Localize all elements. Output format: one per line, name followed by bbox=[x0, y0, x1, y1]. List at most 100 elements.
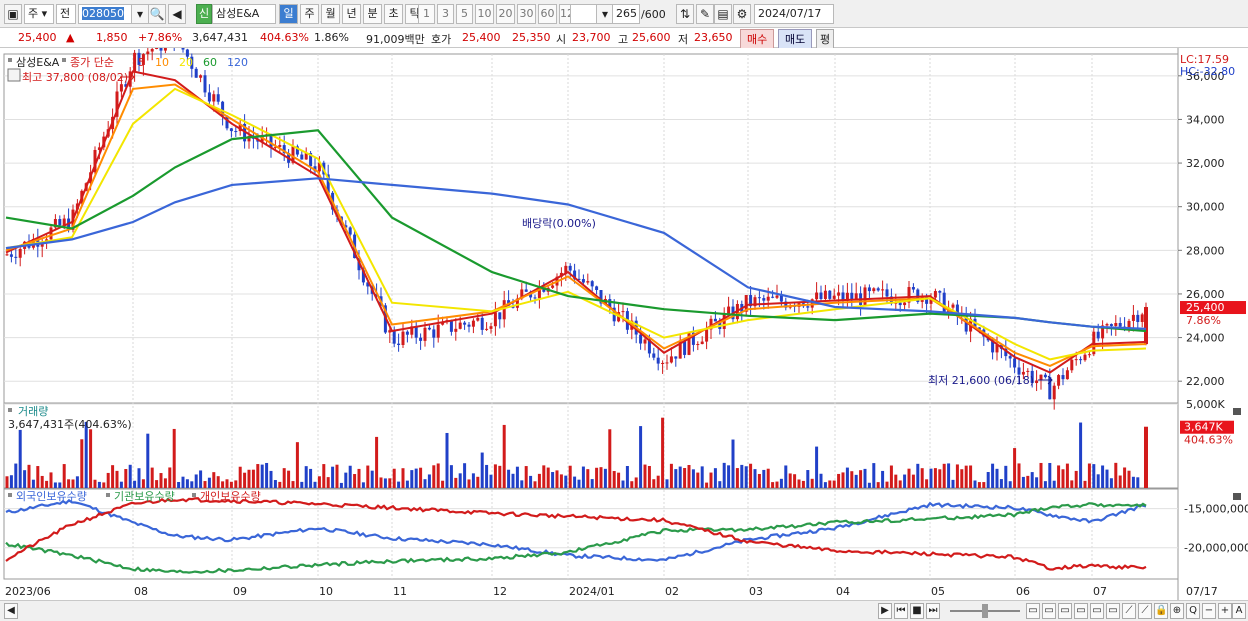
speaker-icon[interactable]: ◀ bbox=[168, 4, 186, 24]
volume-bar bbox=[603, 468, 607, 488]
x-axis-label-11: 06 bbox=[1016, 585, 1030, 598]
trend-tool-2-icon[interactable]: ⟋ bbox=[1138, 603, 1152, 619]
volume-bar bbox=[911, 474, 915, 488]
volume-bar bbox=[89, 429, 93, 488]
rewind-icon[interactable]: ⏮ bbox=[894, 603, 908, 619]
x-axis-label-2: 09 bbox=[233, 585, 247, 598]
mode-select[interactable]: 전 bbox=[56, 4, 76, 24]
eval-button[interactable]: 평 bbox=[816, 29, 835, 49]
volume-bar bbox=[630, 481, 634, 488]
candle-body bbox=[203, 75, 207, 93]
x-axis-label-10: 05 bbox=[931, 585, 945, 598]
date-field[interactable]: 2024/07/17 bbox=[754, 4, 834, 24]
zoom-slider-thumb[interactable] bbox=[982, 604, 988, 618]
candle-body bbox=[199, 75, 203, 78]
volume-bar bbox=[106, 472, 110, 488]
scroll-left-icon[interactable]: ◀ bbox=[4, 603, 18, 619]
candle-body bbox=[212, 94, 216, 102]
volume-bar bbox=[964, 465, 968, 488]
last-price-tag: 25,400 bbox=[1186, 301, 1225, 314]
volume-bar bbox=[9, 475, 13, 488]
candle-body bbox=[595, 286, 599, 291]
volume-bar bbox=[1008, 481, 1012, 488]
layout-1-icon[interactable]: ▭ bbox=[1026, 603, 1040, 619]
period-button-2[interactable]: 월 bbox=[321, 4, 340, 24]
plus-icon[interactable]: + bbox=[1218, 603, 1232, 619]
search-icon[interactable]: 🔍 bbox=[148, 4, 166, 24]
save-icon[interactable]: ▤ bbox=[714, 4, 732, 24]
compare-icon[interactable]: ⇅ bbox=[676, 4, 694, 24]
period-button-4[interactable]: 분 bbox=[363, 4, 382, 24]
layout-2-icon[interactable]: ▭ bbox=[1042, 603, 1056, 619]
volume-bar bbox=[1048, 462, 1052, 488]
scrollbar[interactable]: ◀ ▶ ⏮ ■ ⏭ ▭ ▭ ▭ ▭ ▭ ▭ ⟋ ⟋ 🔒 ⊕ Q − + A bbox=[0, 600, 1248, 621]
magnifier-icon[interactable]: Q bbox=[1186, 603, 1200, 619]
low-price: 23,650 bbox=[694, 31, 733, 44]
period-button-1[interactable]: 주 bbox=[300, 4, 319, 24]
candle-body bbox=[867, 287, 871, 292]
volume-bar bbox=[498, 465, 502, 488]
volume-bar bbox=[454, 477, 458, 488]
interval-button-3[interactable]: 10 bbox=[475, 4, 494, 24]
volume-bar bbox=[806, 470, 810, 488]
minus-icon[interactable]: − bbox=[1202, 603, 1216, 619]
layout-3-icon[interactable]: ▭ bbox=[1058, 603, 1072, 619]
layout-4-icon[interactable]: ▭ bbox=[1074, 603, 1088, 619]
volume-bar bbox=[977, 482, 981, 488]
legend-stock-name: 삼성E&A bbox=[16, 56, 60, 69]
volume-bar bbox=[199, 470, 203, 488]
candle-body bbox=[216, 94, 220, 102]
volume-bar bbox=[168, 467, 172, 488]
candle-body bbox=[1083, 354, 1087, 361]
window-icon[interactable]: ▣ bbox=[4, 4, 22, 24]
candle-body bbox=[656, 357, 660, 364]
stop-icon[interactable]: ■ bbox=[910, 603, 924, 619]
collapse-holder-icon bbox=[1233, 493, 1241, 500]
period-button-3[interactable]: 년 bbox=[342, 4, 361, 24]
zoom-in-icon[interactable]: ⊕ bbox=[1170, 603, 1184, 619]
volume-bar bbox=[920, 468, 924, 488]
scroll-right-icon[interactable]: ▶ bbox=[878, 603, 892, 619]
volume-bar bbox=[797, 479, 801, 488]
gear-icon[interactable]: ⚙ bbox=[733, 4, 751, 24]
interval-button-0[interactable]: 1 bbox=[418, 4, 435, 24]
interval-button-6[interactable]: 60 bbox=[538, 4, 557, 24]
chart-area[interactable]: 2023/06 08 09 10 11 12 2024/01 02 03 04 05 06 07 07/1… bbox=[0, 48, 1248, 600]
volume-bar bbox=[753, 469, 757, 488]
layout-6-icon[interactable]: ▭ bbox=[1106, 603, 1120, 619]
interval-button-2[interactable]: 5 bbox=[456, 4, 473, 24]
draw-tool-icon[interactable]: ✎ bbox=[696, 4, 714, 24]
candle-body bbox=[207, 92, 211, 102]
candle-body bbox=[454, 328, 458, 332]
candle-body bbox=[850, 292, 854, 300]
price-tick-label-1: 34,000 bbox=[1186, 113, 1225, 126]
period-button-0[interactable]: 일 bbox=[279, 4, 298, 24]
candle-body bbox=[898, 302, 902, 306]
layout-5-icon[interactable]: ▭ bbox=[1090, 603, 1104, 619]
volume-bar bbox=[463, 463, 467, 488]
price-tick-label-7: 22,000 bbox=[1186, 375, 1225, 388]
period-button-5[interactable]: 초 bbox=[384, 4, 403, 24]
buy-button[interactable]: 매수 bbox=[740, 29, 775, 49]
volume-bar bbox=[1035, 477, 1039, 488]
stock-name-field[interactable]: 삼성E&A bbox=[212, 4, 276, 24]
fast-forward-icon[interactable]: ⏭ bbox=[926, 603, 940, 619]
interval-button-5[interactable]: 30 bbox=[517, 4, 536, 24]
lock-icon[interactable]: 🔒 bbox=[1154, 603, 1168, 619]
high-label: 고 bbox=[618, 33, 629, 46]
period-type-select[interactable]: 주 ▾ bbox=[24, 4, 54, 24]
price-tick-label-6: 24,000 bbox=[1186, 332, 1225, 345]
interval-button-4[interactable]: 20 bbox=[496, 4, 515, 24]
font-size-icon[interactable]: A bbox=[1232, 603, 1246, 619]
volume-bar bbox=[568, 465, 572, 488]
volume-bar bbox=[727, 465, 731, 488]
volume-bar bbox=[27, 464, 31, 488]
sell-button[interactable]: 매도 bbox=[778, 29, 813, 49]
volume-bar bbox=[436, 463, 440, 488]
trend-tool-icon[interactable]: ⟋ bbox=[1122, 603, 1136, 619]
count-input[interactable]: 265 bbox=[612, 4, 640, 24]
volume-bar bbox=[361, 482, 365, 488]
candle-body bbox=[823, 290, 827, 299]
chevron-down-icon[interactable]: ▾ bbox=[131, 4, 149, 24]
interval-button-1[interactable]: 3 bbox=[437, 4, 454, 24]
